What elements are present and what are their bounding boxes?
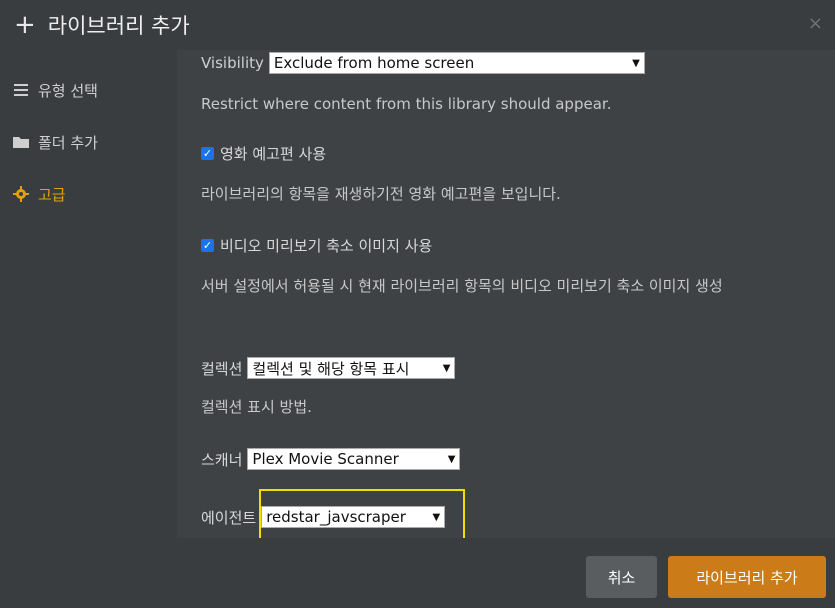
chevron-down-icon: ▼ xyxy=(447,453,456,465)
sidebar-item-label: 고급 xyxy=(38,185,66,204)
close-icon[interactable]: × xyxy=(808,13,823,34)
chevron-down-icon: ▼ xyxy=(432,511,441,523)
visibility-row: Visibility Exclude from home screen ▼ xyxy=(201,52,645,74)
checkbox-icon[interactable]: ✓ xyxy=(201,239,214,252)
plus-icon: + xyxy=(14,10,36,40)
agent-value: redstar_javscraper xyxy=(266,508,406,526)
modal-title: 라이브러리 추가 xyxy=(47,14,190,38)
sidebar-item-advanced[interactable]: 고급 xyxy=(10,181,66,207)
sidebar-item-type[interactable]: 유형 선택 xyxy=(10,77,98,103)
advanced-settings-panel: Visibility Exclude from home screen ▼ Re… xyxy=(177,50,835,538)
chevron-down-icon: ▼ xyxy=(632,57,640,69)
scanner-value: Plex Movie Scanner xyxy=(252,450,399,468)
sidebar-item-folder[interactable]: 폴더 추가 xyxy=(10,129,98,155)
scanner-select[interactable]: Plex Movie Scanner ▼ xyxy=(247,448,461,470)
collections-label: 컬렉션 xyxy=(201,359,243,378)
collections-value: 컬렉션 및 해당 항목 표시 xyxy=(252,359,410,378)
sidebar-item-label: 폴더 추가 xyxy=(38,133,98,152)
collections-description: 컬렉션 표시 방법. xyxy=(201,398,312,416)
cancel-button[interactable]: 취소 xyxy=(586,556,657,598)
agent-select[interactable]: redstar_javscraper ▼ xyxy=(261,506,446,528)
scanner-row: 스캐너 Plex Movie Scanner ▼ xyxy=(201,448,461,470)
sidebar-item-label: 유형 선택 xyxy=(38,81,98,100)
visibility-value: Exclude from home screen xyxy=(273,54,475,72)
checkbox-icon[interactable]: ✓ xyxy=(201,147,214,160)
thumbnails-label: 비디오 미리보기 축소 이미지 사용 xyxy=(220,237,433,255)
modal-footer: 취소 라이브러리 추가 xyxy=(0,538,835,608)
modal-header: + 라이브러리 추가 × xyxy=(0,0,835,50)
visibility-select[interactable]: Exclude from home screen ▼ xyxy=(268,52,645,74)
agent-label: 에이전트 xyxy=(201,508,257,527)
trailers-label: 영화 예고편 사용 xyxy=(220,145,327,163)
folder-icon xyxy=(10,135,32,149)
add-library-button[interactable]: 라이브러리 추가 xyxy=(668,556,826,598)
thumbnails-description: 서버 설정에서 허용될 시 현재 라이브러리 항목의 비디오 미리보기 축소 이… xyxy=(201,277,723,295)
agent-row: 에이전트 redstar_javscraper ▼ xyxy=(201,506,446,528)
gear-icon xyxy=(10,186,32,202)
thumbnails-row[interactable]: ✓ 비디오 미리보기 축소 이미지 사용 xyxy=(201,235,432,256)
trailers-description: 라이브러리의 항목을 재생하기전 영화 예고편을 보입니다. xyxy=(201,185,561,203)
collections-row: 컬렉션 컬렉션 및 해당 항목 표시 ▼ xyxy=(201,357,456,379)
visibility-label: Visibility xyxy=(201,54,264,72)
list-icon xyxy=(10,83,32,97)
sidebar: 유형 선택 폴더 추가 고급 xyxy=(0,50,177,538)
collections-select[interactable]: 컬렉션 및 해당 항목 표시 ▼ xyxy=(247,357,456,379)
scanner-label: 스캐너 xyxy=(201,450,243,469)
visibility-description: Restrict where content from this library… xyxy=(201,95,612,113)
trailers-row[interactable]: ✓ 영화 예고편 사용 xyxy=(201,143,326,164)
chevron-down-icon: ▼ xyxy=(442,362,451,374)
